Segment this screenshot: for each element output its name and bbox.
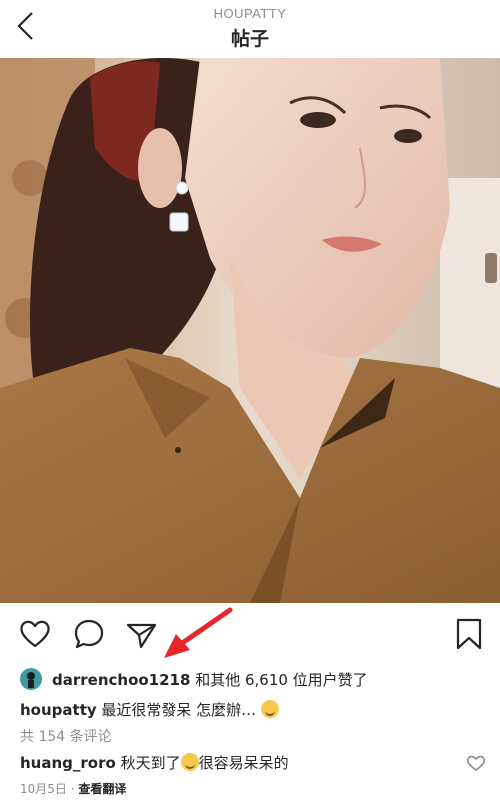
meta-separator: · — [66, 782, 79, 796]
bookmark-icon — [456, 618, 482, 650]
comment-item: huang_roro 秋天到了 很容易呆呆的 — [20, 752, 289, 773]
app-header: HOUPATTY 帖子 — [0, 0, 500, 58]
view-all-comments-link[interactable]: 共 154 条评论 — [20, 726, 112, 746]
comment-like-button[interactable] — [466, 754, 486, 772]
see-translation-link[interactable]: 查看翻译 — [78, 782, 126, 796]
save-button[interactable] — [452, 617, 486, 651]
grinning-emoji-icon — [180, 753, 199, 771]
account-name: HOUPATTY — [213, 6, 287, 21]
comment-text-start: 秋天到了 — [115, 754, 181, 772]
caption-text: 最近很常發呆 怎麼辦… — [96, 701, 257, 719]
heart-icon — [466, 755, 486, 771]
liker-username[interactable]: darrenchoo1218 — [52, 671, 190, 689]
likes-row: darrenchoo1218 和其他 6,610 位用户赞了 — [20, 666, 368, 692]
comment-icon — [74, 619, 104, 649]
page-title: 帖子 — [230, 28, 269, 50]
send-icon — [126, 623, 157, 649]
heart-icon — [20, 620, 50, 648]
comment-button[interactable] — [72, 617, 106, 651]
post-date: 10月5日 — [20, 782, 67, 796]
grinning-sweat-emoji-icon — [260, 700, 279, 718]
like-button[interactable] — [18, 617, 52, 651]
comment-username[interactable]: huang_roro — [20, 754, 116, 772]
share-button[interactable] — [124, 617, 158, 651]
caption-username[interactable]: houpatty — [20, 701, 97, 719]
avatar[interactable] — [20, 668, 42, 690]
post-meta: 10月5日 · 查看翻译 — [20, 780, 126, 797]
post-caption: houpatty 最近很常發呆 怎麼辦… — [20, 699, 279, 720]
post-actions — [0, 603, 500, 663]
post-photo[interactable] — [0, 58, 500, 603]
annotation-arrow — [160, 606, 235, 666]
comment-text-end: 很容易呆呆的 — [198, 754, 289, 772]
likes-count-text[interactable]: 和其他 6,610 位用户赞了 — [190, 671, 367, 689]
